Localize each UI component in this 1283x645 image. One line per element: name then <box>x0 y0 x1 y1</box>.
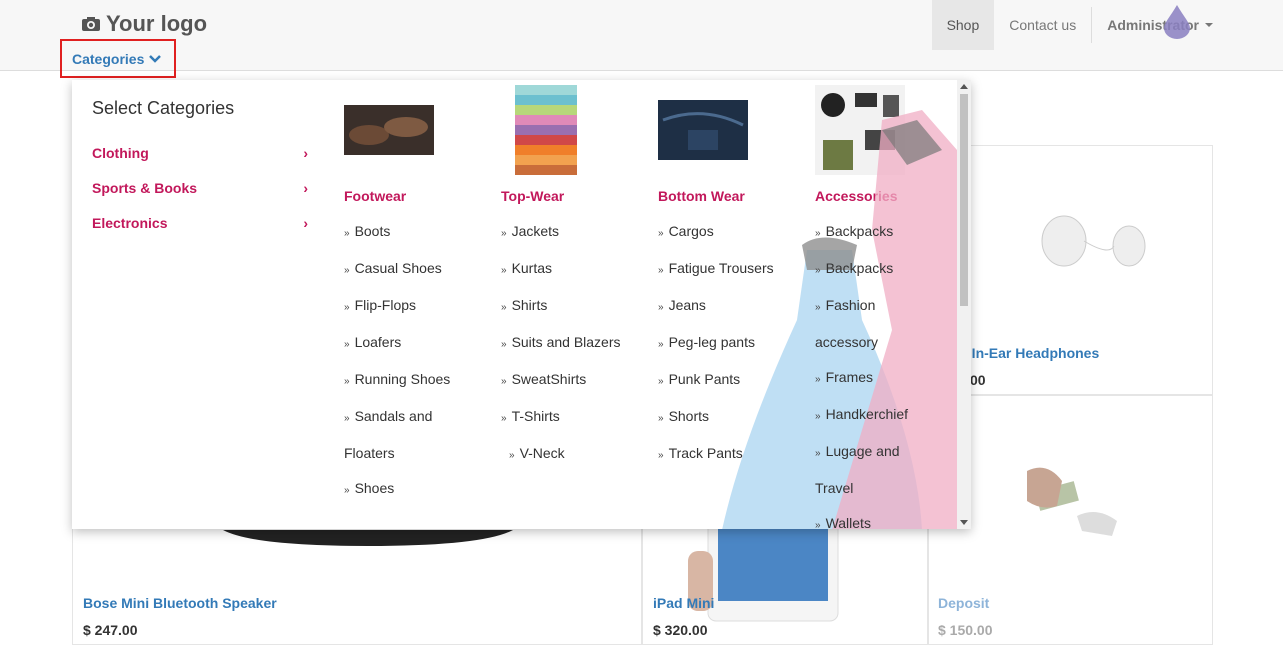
subcategory-list: » Jackets » Kurtas » Shirts » Suits and Blaz… <box>501 214 661 473</box>
chevron-right-icon: › <box>303 144 308 161</box>
category-label: Clothing <box>92 144 149 161</box>
subcategory-item[interactable]: » Handkerchief <box>815 397 971 434</box>
subcategory-item[interactable]: » Loafers <box>344 325 504 362</box>
product-price: $ 247.00 <box>83 622 138 638</box>
subcategory-item[interactable]: » Wallets <box>815 506 971 529</box>
nav-contact-us[interactable]: Contact us <box>994 0 1091 50</box>
ipad-image <box>688 521 839 622</box>
footwear-image <box>344 105 434 155</box>
subcategory-item[interactable]: » Kurtas <box>501 251 661 288</box>
product-title[interactable]: Deposit <box>938 595 989 611</box>
categories-mega-menu: Select Categories Clothing › Sports & Boo… <box>72 80 971 529</box>
chevron-right-icon: › <box>303 214 308 231</box>
subcategory-item[interactable]: » Shirts <box>501 288 661 325</box>
nav-shop[interactable]: Shop <box>931 0 995 50</box>
subcategory-item[interactable]: » Backpacks <box>815 251 971 288</box>
subcategory-item[interactable]: » SweatShirts <box>501 362 661 399</box>
subcategory-list: » Boots » Casual Shoes » Flip-Flops » Loafer… <box>344 214 504 508</box>
product-price: 00 <box>970 372 986 388</box>
subcategory-item[interactable]: » Sandals and <box>344 399 504 436</box>
category-item[interactable]: Sports & Books › <box>92 170 310 205</box>
subcategory-item[interactable]: » Lugage and <box>815 434 971 471</box>
column-heading[interactable]: Footwear <box>344 188 406 204</box>
subcategory-item[interactable]: » Frames <box>815 360 971 397</box>
category-label: Electronics <box>92 214 168 231</box>
subcategory-item[interactable]: » Fashion <box>815 288 971 325</box>
subcategory-item-cont[interactable]: Floaters <box>344 436 504 471</box>
subcategory-item[interactable]: » T-Shirts <box>501 399 661 436</box>
subcategory-item[interactable]: » Running Shoes <box>344 362 504 399</box>
site-logo[interactable]: Your logo <box>82 11 207 37</box>
subcategory-item-cont[interactable]: Travel <box>815 471 971 506</box>
chevron-right-icon: › <box>303 179 308 196</box>
product-title[interactable]: e In-Ear Headphones <box>960 345 1099 361</box>
chevron-down-icon <box>149 55 162 63</box>
subcategory-item[interactable]: » Flip-Flops <box>344 288 504 325</box>
logo-text: Your logo <box>106 11 208 36</box>
top-navbar: Your logo Shop Contact us Administrator <box>0 0 1283 71</box>
deposit-image <box>1027 467 1117 536</box>
column-heading[interactable]: Top-Wear <box>501 188 564 204</box>
scroll-up-arrow-icon[interactable] <box>960 84 968 89</box>
subcategory-item[interactable]: » Jackets <box>501 214 661 251</box>
categories-dropdown-button[interactable]: Categories <box>60 39 176 78</box>
nav-user-menu[interactable]: Administrator <box>1092 0 1283 50</box>
drop-cursor-icon <box>1164 5 1191 39</box>
product-price: $ 150.00 <box>938 622 993 638</box>
main-nav: Shop Contact us Administrator <box>931 0 1283 50</box>
category-item[interactable]: Clothing › <box>92 135 310 170</box>
subcategory-item[interactable]: » Casual Shoes <box>344 251 504 288</box>
subcategory-item-cont[interactable]: accessory <box>815 325 971 360</box>
subcategory-item[interactable]: » Boots <box>344 214 504 251</box>
speaker-image <box>223 530 513 546</box>
product-title[interactable]: Bose Mini Bluetooth Speaker <box>83 595 277 611</box>
subcategory-item[interactable]: » Backpacks <box>815 214 971 251</box>
caret-down-icon <box>1205 23 1213 27</box>
category-item[interactable]: Electronics › <box>92 205 310 240</box>
topwear-image <box>515 85 577 175</box>
headphones-image <box>1041 215 1146 267</box>
product-price: $ 320.00 <box>653 622 708 638</box>
category-label: Sports & Books <box>92 179 198 196</box>
menu-heading: Select Categories <box>92 98 235 118</box>
categories-label: Categories <box>72 50 145 67</box>
camera-icon <box>82 17 100 31</box>
product-title[interactable]: iPad Mini <box>653 595 714 611</box>
subcategory-item[interactable]: » Suits and Blazers <box>501 325 661 362</box>
subcategory-item[interactable]: » Shoes <box>344 471 504 508</box>
category-list: Clothing › Sports & Books › Electronics › <box>92 135 310 240</box>
subcategory-item-nested[interactable]: » V-Neck <box>501 436 661 473</box>
subcategory-list: » Backpacks » Backpacks » Fashion accessory… <box>815 214 971 529</box>
